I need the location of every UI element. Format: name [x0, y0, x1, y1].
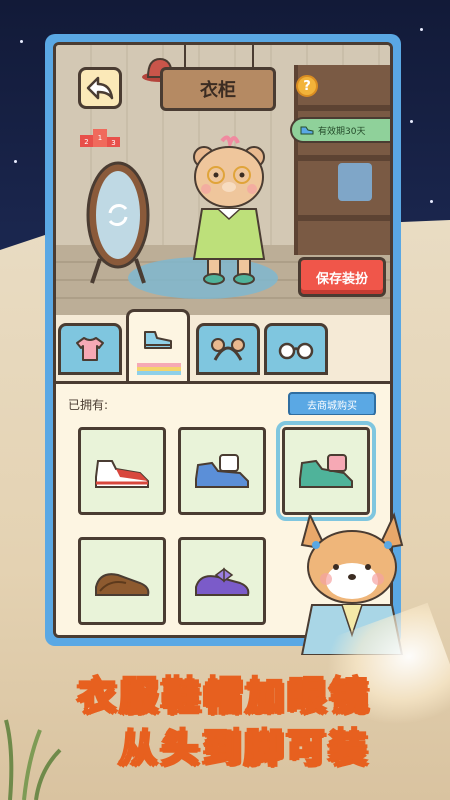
tab-tops[interactable]: [58, 323, 122, 375]
shoe-small-icon: [300, 126, 314, 135]
glasses-icon: [278, 342, 314, 360]
item-card-brown-leather-shoes[interactable]: [78, 537, 166, 625]
star: [14, 160, 17, 163]
item-card-blue-white-sneakers[interactable]: [178, 427, 266, 515]
sign-string: [184, 45, 186, 69]
owned-label: 已拥有:: [68, 398, 109, 412]
item-card-green-pink-sneakers[interactable]: [276, 421, 376, 521]
shoe-icon: [144, 330, 172, 349]
podium-number: 3: [111, 139, 115, 147]
tab-headwear[interactable]: [196, 323, 260, 375]
bear-ears-headband-icon: [211, 338, 245, 361]
rainbow-stripes: [137, 363, 181, 375]
validity-badge: 有效期30天: [290, 117, 390, 143]
shelf-level: [298, 215, 390, 221]
star: [20, 40, 23, 43]
brown-shoe-icon: [95, 573, 150, 596]
sign-string: [252, 45, 254, 69]
tab-glasses[interactable]: [264, 323, 328, 375]
back-arrow-icon: [86, 76, 114, 100]
promo-line-1: 衣服鞋帽加眼镜: [77, 672, 372, 718]
ranking-podium-icon: 2 1 3: [80, 129, 120, 147]
hanging-shirt: [338, 163, 372, 201]
mirror-icon[interactable]: [76, 155, 156, 285]
room-scene: 衣柜 ? 有效期30天 2 1 3 保存装扮: [56, 45, 390, 315]
green-pink-sneaker-icon: [299, 454, 353, 488]
red-white-sneaker-icon: [95, 460, 149, 488]
purple-shoe-icon: [195, 567, 250, 596]
star: [420, 28, 423, 31]
shelf-level: [298, 155, 390, 161]
help-icon[interactable]: ?: [296, 75, 318, 97]
promo-line-2: 从头到脚可装: [118, 724, 371, 770]
back-button[interactable]: [78, 67, 122, 109]
podium-number: 2: [84, 138, 88, 146]
wardrobe-title: 衣柜: [160, 67, 276, 111]
tab-shoes[interactable]: [126, 309, 190, 383]
validity-text: 有效期30天: [318, 126, 366, 137]
shirt-icon: [76, 337, 104, 361]
save-outfit-button[interactable]: 保存装扮: [298, 257, 386, 297]
item-card-purple-bow-shoes[interactable]: [178, 537, 266, 625]
star: [430, 200, 433, 203]
go-to-shop-button[interactable]: 去商城购买: [288, 392, 376, 416]
category-tabs: [56, 309, 390, 383]
owned-bar: 已拥有: 去商城购买: [56, 381, 390, 416]
shelf-level: [298, 105, 390, 111]
bear-character: [192, 135, 266, 285]
item-card-red-white-sneakers[interactable]: [78, 427, 166, 515]
blue-sneaker-icon: [195, 454, 249, 488]
star: [410, 120, 413, 123]
podium-number: 1: [98, 134, 102, 142]
